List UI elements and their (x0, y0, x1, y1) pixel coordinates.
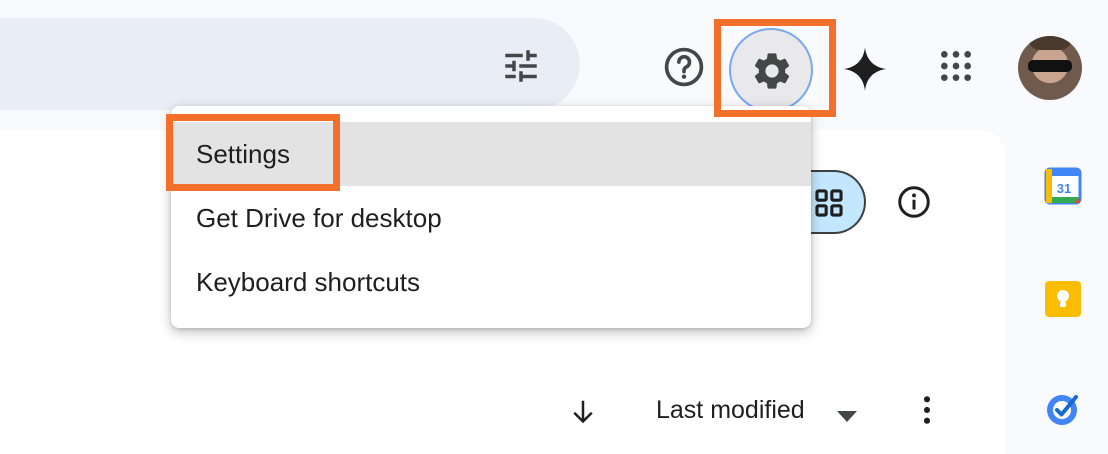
avatar[interactable] (1018, 36, 1082, 100)
menu-item-get-drive-for-desktop[interactable]: Get Drive for desktop (171, 186, 811, 250)
keep-icon[interactable] (1043, 279, 1083, 319)
tune-icon[interactable] (500, 45, 542, 87)
info-icon[interactable] (896, 184, 932, 220)
search-bar[interactable] (0, 18, 580, 110)
sort-direction-arrow-icon[interactable] (568, 396, 598, 428)
more-vert-icon[interactable] (916, 394, 938, 426)
grid-view-icon (815, 189, 843, 217)
menu-item-settings[interactable]: Settings (171, 122, 811, 186)
apps-grid-icon[interactable] (936, 46, 976, 86)
calendar-day: 31 (1057, 181, 1071, 196)
sparkle-icon[interactable] (840, 44, 890, 94)
chevron-down-icon[interactable] (835, 408, 859, 424)
menu-item-keyboard-shortcuts[interactable]: Keyboard shortcuts (171, 250, 811, 314)
settings-menu: Settings Get Drive for desktop Keyboard … (171, 106, 811, 328)
calendar-icon[interactable]: 31 (1043, 166, 1083, 206)
settings-button[interactable] (729, 28, 813, 112)
gear-icon (754, 53, 790, 89)
tasks-icon[interactable] (1043, 389, 1083, 429)
avatar-glasses (1028, 60, 1072, 72)
sort-field-label[interactable]: Last modified (656, 396, 805, 425)
help-icon[interactable] (662, 45, 706, 89)
avatar-hair (1028, 36, 1072, 50)
